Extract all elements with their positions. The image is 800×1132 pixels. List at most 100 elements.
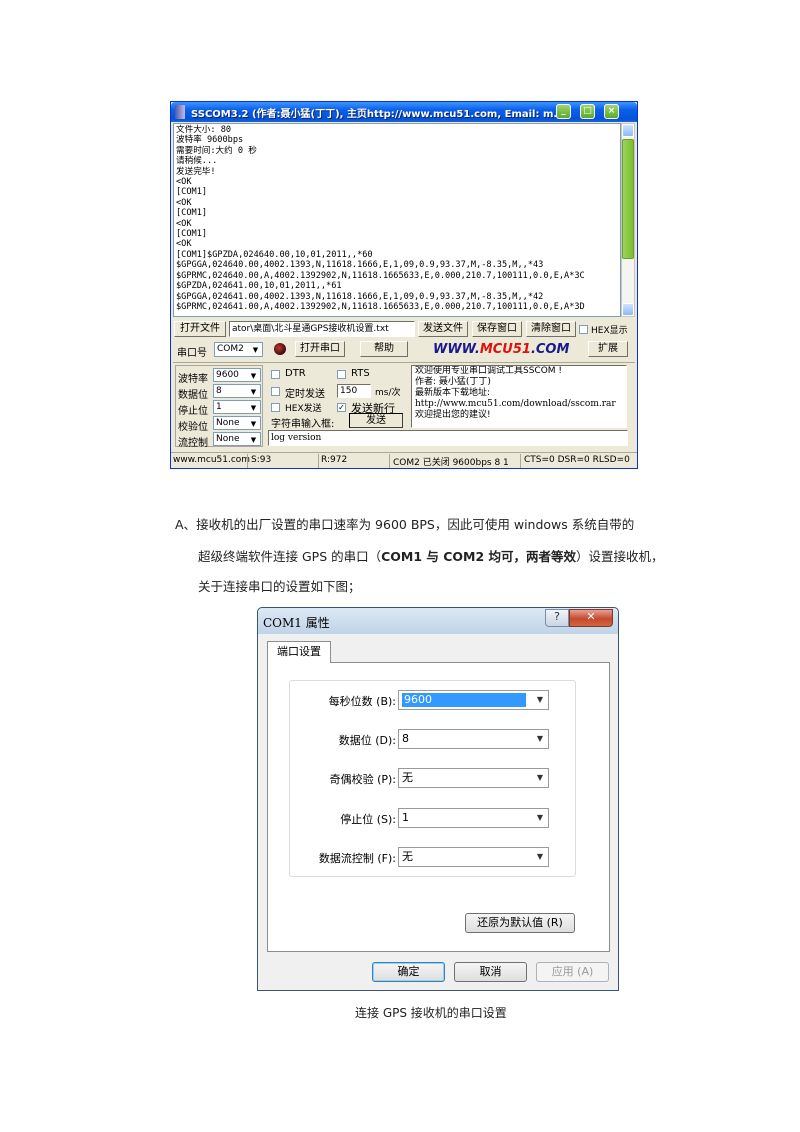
receive-line: <OK — [176, 239, 192, 250]
receive-line: [COM1] — [176, 208, 208, 219]
receive-area[interactable]: 文件大小: 80 波特率 9600bps 需要时间:大约 0 秒请稍候... 发送完毕… — [173, 123, 621, 317]
mcu51-brand-link[interactable]: WWW.MCU51.COM — [433, 342, 569, 357]
timed-send-label: 定时发送 — [285, 389, 325, 400]
close-button[interactable]: × — [604, 104, 619, 119]
flow-select[interactable]: None ▼ — [213, 432, 261, 446]
chevron-down-icon: ▼ — [248, 434, 259, 444]
brand-com: .COM — [530, 342, 570, 357]
receive-line: 请稍候... — [176, 156, 218, 167]
field-select[interactable]: 8 ▼ — [398, 729, 549, 749]
app-icon — [175, 105, 185, 119]
field-value: 无 — [402, 771, 413, 784]
interval-unit: ms/次 — [375, 388, 401, 398]
minimize-button[interactable]: _ — [556, 104, 571, 119]
info-line: 欢迎使用专业串口调试工具SSCOM ! — [415, 366, 563, 376]
clear-window-button[interactable]: 清除窗口 — [526, 321, 576, 337]
maximize-button[interactable]: □ — [580, 104, 595, 119]
info-line: 作者: 聂小猛(丁丁) — [415, 377, 491, 387]
stopbits-value: 1 — [216, 402, 222, 412]
receive-line: [COM1]$GPZDA,024640.00,10,01,2011,,*60 — [176, 249, 373, 260]
field-select[interactable]: 无 ▼ — [398, 768, 549, 788]
line2-text-a: 超级终端软件连接 GPS 的串口（ — [198, 549, 382, 564]
scroll-down-button[interactable] — [622, 303, 634, 316]
help-button[interactable]: 帮助 — [360, 341, 408, 357]
paragraph-prefix: A、 — [175, 517, 197, 532]
send-newline-checkbox[interactable]: ✓ — [337, 403, 346, 412]
rts-checkbox[interactable] — [337, 370, 346, 379]
field-select[interactable]: 1 ▼ — [398, 808, 549, 828]
divider — [173, 362, 635, 363]
help-button[interactable]: ? — [545, 609, 569, 627]
line2-text-c: ）设置接收机， — [576, 549, 664, 564]
info-line: http://www.mcu51.com/download/sscom.rar — [415, 399, 616, 409]
baud-value: 9600 — [216, 370, 239, 380]
parity-label: 校验位 — [178, 422, 208, 433]
restore-defaults-button[interactable]: 还原为默认值 (R) — [465, 913, 575, 933]
chevron-down-icon: ▼ — [248, 402, 259, 412]
status-bar: www.mcu51.com S:93 R:972 COM2 已关闭 9600bp… — [171, 452, 637, 469]
status-received: R:972 — [321, 455, 348, 465]
scroll-thumb[interactable] — [622, 139, 634, 259]
databits-select[interactable]: 8 ▼ — [213, 384, 261, 398]
port-select[interactable]: COM2 ▼ — [214, 342, 263, 357]
port-label: 串口号 — [177, 348, 207, 359]
chevron-down-icon: ▼ — [536, 773, 543, 782]
receive-line: $GPZDA,024641.00,10,01,2011,,*61 — [176, 281, 342, 292]
field-label: 数据位 (D): — [338, 734, 396, 747]
divider — [247, 454, 248, 468]
window-title: SSCOM3.2 (作者:聂小猛(丁丁), 主页http://www.mcu51… — [191, 109, 565, 120]
ok-button[interactable]: 确定 — [372, 962, 445, 982]
send-button[interactable]: 发送 — [349, 413, 403, 428]
databits-value: 8 — [216, 386, 222, 396]
parity-value: None — [216, 418, 240, 428]
file-path-input[interactable]: ator\桌面\北斗星通GPS接收机设置.txt — [229, 321, 415, 337]
chevron-down-icon: ▼ — [536, 852, 543, 861]
field-label: 数据流控制 (F): — [318, 852, 396, 865]
scroll-up-button[interactable] — [622, 124, 634, 137]
receive-line: <OK — [176, 197, 192, 208]
cancel-button[interactable]: 取消 — [454, 962, 527, 982]
field-label: 每秒位数 (B): — [328, 695, 396, 708]
sscom-title-bar[interactable]: SSCOM3.2 (作者:聂小猛(丁丁), 主页http://www.mcu51… — [171, 102, 637, 122]
dtr-label: DTR — [285, 368, 306, 379]
port-settings-panel: 每秒位数 (B): 9600 ▼ 数据位 (D): 8 ▼ 奇偶校验 (P): 无 ▼ 停止位 (… — [267, 662, 610, 952]
baud-select[interactable]: 9600 ▼ — [213, 368, 261, 382]
interval-input[interactable]: 150 — [337, 384, 371, 398]
status-sent: S:93 — [251, 455, 272, 465]
send-file-button[interactable]: 发送文件 — [418, 321, 468, 337]
info-line: 欢迎提出您的建议! — [415, 410, 491, 420]
field-value: 9600 — [402, 693, 526, 707]
receive-line: $GPGGA,024641.00,4002.1393,N,11618.1666,… — [176, 291, 544, 302]
parity-select[interactable]: None ▼ — [213, 416, 261, 430]
open-port-button[interactable]: 打开串口 — [295, 341, 345, 357]
receive-scrollbar[interactable] — [621, 123, 635, 317]
save-window-button[interactable]: 保存窗口 — [472, 321, 522, 337]
divider — [318, 454, 319, 468]
close-button[interactable]: ✕ — [569, 609, 613, 627]
close-icon: ✕ — [586, 610, 596, 623]
field-select[interactable]: 无 ▼ — [398, 847, 549, 867]
figure-caption: 连接 GPS 接收机的串口设置 — [355, 1006, 507, 1020]
send-input[interactable]: log version — [268, 430, 628, 446]
dtr-checkbox[interactable] — [271, 370, 280, 379]
status-port-state: COM2 已关闭 9600bps 8 1 — [393, 458, 509, 468]
hex-send-checkbox[interactable] — [271, 403, 280, 412]
maximize-icon: □ — [583, 106, 592, 116]
status-lines: CTS=0 DSR=0 RLSD=0 — [524, 455, 630, 465]
open-file-button[interactable]: 打开文件 — [174, 321, 226, 337]
brand-mcu51: MCU51 — [479, 342, 531, 357]
hex-display-checkbox[interactable] — [579, 325, 588, 334]
info-line: 最新版本下载地址: — [415, 388, 491, 398]
tab-port-settings[interactable]: 端口设置 — [267, 641, 331, 663]
stopbits-select[interactable]: 1 ▼ — [213, 400, 261, 414]
chevron-down-icon: ▼ — [248, 370, 259, 380]
sscom-window: SSCOM3.2 (作者:聂小猛(丁丁), 主页http://www.mcu51… — [170, 101, 638, 469]
apply-button[interactable]: 应用 (A) — [536, 962, 609, 982]
timed-send-checkbox[interactable] — [271, 387, 280, 396]
expand-button[interactable]: 扩展 — [588, 341, 628, 357]
flow-label: 流控制 — [178, 438, 208, 449]
paragraph-line-2: 超级终端软件连接 GPS 的串口（COM1 与 COM2 均可，两者等效）设置接… — [198, 546, 664, 565]
dialog-title-bar[interactable]: COM1 属性 ? ✕ — [258, 608, 618, 634]
field-select[interactable]: 9600 ▼ — [398, 690, 549, 710]
receive-line: 文件大小: 80 — [176, 125, 232, 135]
